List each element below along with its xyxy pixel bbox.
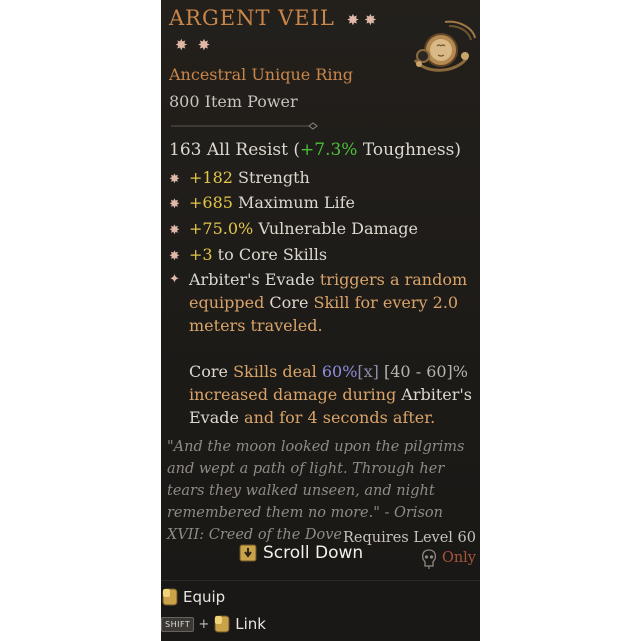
affix-value: +685	[189, 193, 233, 212]
affix-label: Vulnerable Damage	[253, 219, 418, 238]
affix-value: +182	[189, 168, 233, 187]
link-label: Link	[235, 615, 266, 633]
affix-value: +3	[189, 245, 213, 264]
greater-affix-star-icon: ✸	[169, 249, 180, 264]
class-skull-icon	[422, 549, 436, 569]
scroll-down-label: Scroll Down	[263, 543, 364, 563]
power-value: 60%	[321, 362, 358, 381]
item-power: 800 Item Power	[169, 92, 298, 111]
affix-core-skills: ✸ +3 to Core Skills	[169, 245, 327, 264]
affix-label: to Core Skills	[212, 245, 328, 264]
item-type: Ancestral Unique Ring	[169, 65, 354, 84]
keyboard-key-icon	[239, 544, 257, 562]
item-name: ARGENT VEIL	[169, 6, 335, 30]
affix-label: Maximum Life	[232, 193, 355, 212]
mouse-button-icon	[162, 588, 178, 606]
tooltip-body: ARGENT VEIL ✸ ✸ ✸✸ Ancestral Unique Ring …	[161, 0, 480, 580]
affix-vulnerable-damage: ✸ +75.0% Vulnerable Damage	[169, 219, 418, 238]
implicit-resist: 163 All Resist (+7.3% Toughness)	[169, 140, 461, 160]
unique-star-icon: ✦	[169, 272, 180, 287]
equip-label: Equip	[183, 588, 226, 606]
power-text: increased damage during	[189, 385, 402, 404]
power-text: Skills deal	[228, 362, 322, 381]
greater-affix-star-icon: ✸	[169, 223, 180, 238]
star-icon: ✸	[346, 11, 361, 29]
greater-affix-stars: ✸✸	[175, 36, 220, 54]
multiplier-tag: [x]	[357, 362, 379, 381]
greater-affix-star-icon: ✸	[169, 197, 180, 212]
shift-key-icon: SHIFT	[161, 616, 195, 632]
class-only-label: Only	[441, 550, 476, 566]
star-icon: ✸	[364, 11, 378, 29]
skill-name: Arbiter's Evade	[189, 270, 315, 289]
greater-affix-star-icon: ✸	[169, 172, 180, 187]
implicit-suffix: Toughness)	[357, 140, 461, 160]
moon-emblem-icon	[413, 20, 476, 72]
star-icon: ✸	[175, 36, 198, 54]
affix-label: Strength	[232, 168, 310, 187]
affix-maximum-life: ✸ +685 Maximum Life	[169, 193, 355, 212]
skill-tag: Core	[189, 362, 228, 381]
mouse-button-icon	[214, 615, 230, 633]
toughness-bonus: +7.3%	[300, 140, 358, 160]
skill-tag: Core	[269, 293, 309, 312]
power-range: [40 - 60]%	[378, 362, 468, 381]
affix-strength: ✸ +182 Strength	[169, 168, 310, 187]
divider-ornament-icon	[171, 122, 318, 130]
affix-value: +75.0%	[189, 219, 254, 238]
scroll-down-prompt[interactable]: Scroll Down	[239, 536, 363, 570]
action-footer: Equip SHIFT + Link	[161, 580, 480, 641]
power-text: and for 4 seconds after.	[238, 408, 436, 427]
plus-sign: +	[198, 616, 210, 632]
unique-power: ✦ Arbiter's Evade triggers a random equi…	[169, 268, 479, 429]
item-tooltip: ARGENT VEIL ✸ ✸ ✸✸ Ancestral Unique Ring …	[161, 0, 480, 641]
link-action[interactable]: SHIFT + Link	[161, 615, 266, 633]
equip-action[interactable]: Equip	[161, 588, 225, 606]
implicit-label: 163 All Resist (	[169, 140, 301, 160]
star-icon: ✸	[197, 36, 221, 54]
